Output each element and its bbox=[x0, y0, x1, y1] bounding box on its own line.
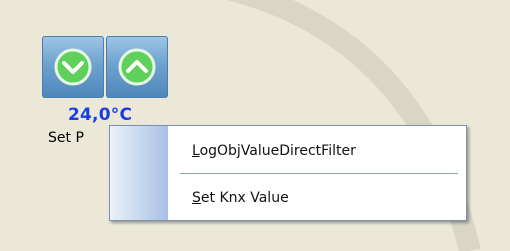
menu-item-label: et Knx Value bbox=[200, 190, 289, 206]
menu-icon-gutter bbox=[110, 126, 168, 220]
increase-button[interactable] bbox=[106, 36, 168, 98]
menu-item-accelerator: L bbox=[192, 143, 200, 159]
menu-item-accelerator: S bbox=[192, 190, 201, 206]
menu-item-set-knx-value[interactable]: Set Knx Value bbox=[168, 183, 466, 213]
decrease-button[interactable] bbox=[42, 36, 104, 98]
menu-item-label: ogObjValueDirectFilter bbox=[199, 143, 356, 159]
chevron-down-circle-icon bbox=[54, 48, 92, 86]
context-menu: LogObjValueDirectFilter Set Knx Value bbox=[109, 125, 467, 221]
canvas: 24,0°C Set P LogObjValueDirectFilter Set… bbox=[0, 0, 510, 251]
menu-item-logobjvaluedirectfilter[interactable]: LogObjValueDirectFilter bbox=[168, 136, 466, 166]
chevron-up-circle-icon bbox=[118, 48, 156, 86]
temperature-value: 24,0°C bbox=[68, 105, 133, 125]
setpoint-label: Set P bbox=[48, 130, 84, 146]
menu-separator bbox=[180, 173, 458, 174]
